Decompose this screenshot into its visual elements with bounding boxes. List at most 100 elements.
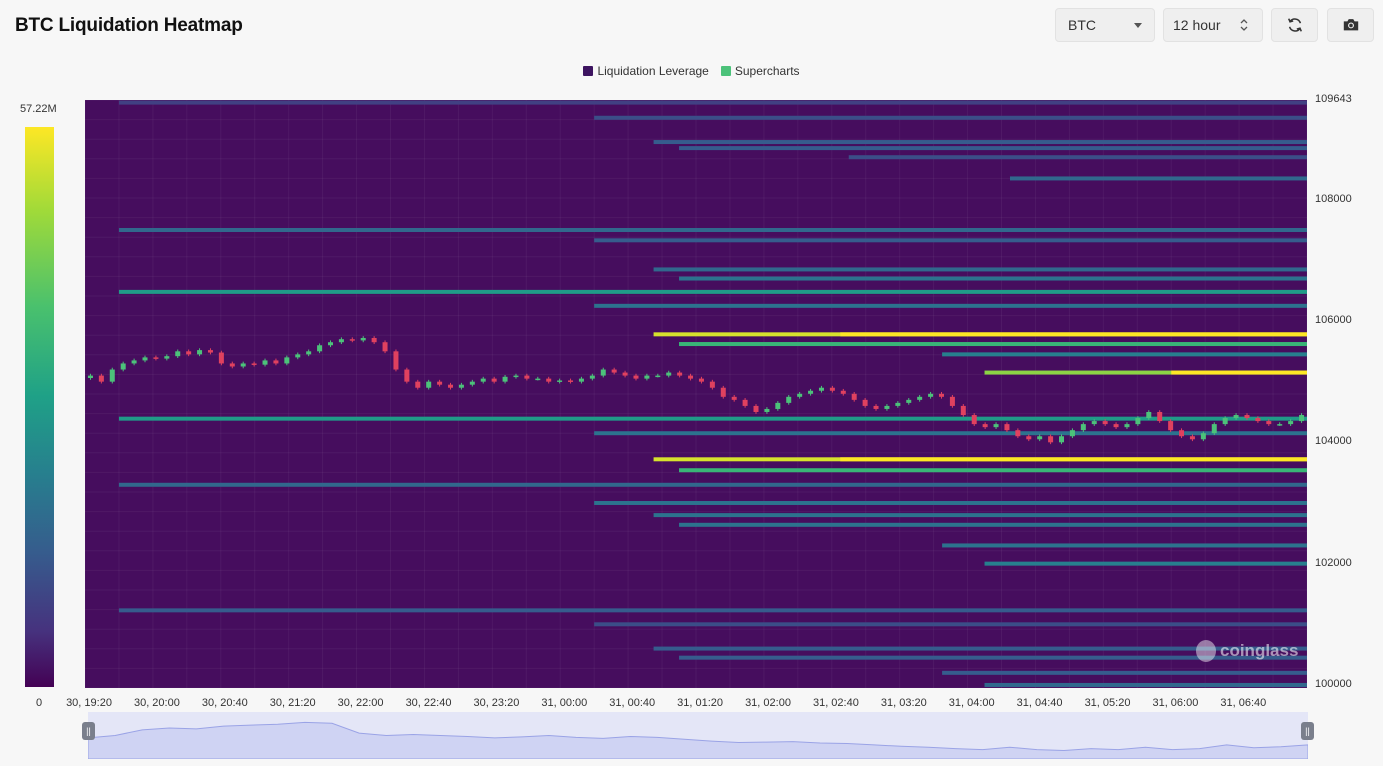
candle-body [709,381,715,388]
page-title: BTC Liquidation Heatmap [15,15,243,36]
legend-label: Liquidation Leverage [597,64,709,78]
liquidation-level [118,289,1307,294]
navigator-handle-right[interactable]: || [1301,722,1314,740]
candle-body [437,381,443,385]
liquidation-level [594,238,1307,243]
navigator-series [88,721,1308,759]
coin-select[interactable]: BTC [1055,8,1155,42]
candle-body [1222,418,1228,425]
candle-body [1069,430,1075,437]
x-tick-label: 31, 02:40 [812,697,859,709]
x-tick-label: 30, 20:00 [133,697,180,709]
legend-swatch [720,66,731,76]
candle-body [426,381,432,388]
time-navigator[interactable] [88,712,1308,759]
candle-body [818,387,824,391]
liquidation-level [594,622,1307,627]
candle-body [600,369,606,376]
liquidation-level [984,682,1307,687]
candle-body [240,363,246,367]
candle-body [1233,415,1239,419]
candle-body [349,339,355,341]
refresh-icon [1287,18,1302,32]
legend-item-liquidation-leverage[interactable]: Liquidation Leverage [583,64,709,78]
heatmap-plot-area[interactable]: coinglass [85,100,1307,688]
candle-body [884,405,890,409]
candle-body [938,393,944,397]
candle-body [1288,421,1294,425]
liquidation-level-peak [1171,370,1307,375]
candle-body [971,415,977,425]
x-tick-label: 31, 06:40 [1220,697,1267,709]
candle-body [1037,436,1043,440]
liquidation-level [653,513,1307,518]
up-down-arrows-icon [1240,19,1248,31]
candle-body [87,375,93,379]
candle-body [862,399,868,406]
range-select[interactable]: 12 hour [1163,8,1263,42]
coin-select-value: BTC [1068,17,1096,33]
liquidation-level [848,155,1307,160]
candle-body [1211,424,1217,434]
y-tick-label: 106000 [1315,313,1352,326]
x-tick-label: 31, 06:00 [1152,697,1199,709]
coinglass-logo-icon [1196,640,1216,662]
x-tick-label: 31, 00:40 [609,697,656,709]
candle-body [295,354,301,358]
liquidation-level [594,431,1307,436]
candle-body [644,375,650,379]
candle-body [480,378,486,382]
candle-body [731,396,737,400]
refresh-button[interactable] [1271,8,1318,42]
liquidation-level-peak [840,332,1307,337]
candle-body [720,387,726,397]
candle-body [535,378,541,381]
candle-body [688,375,694,379]
candle-body [1135,418,1141,425]
watermark-text: coinglass [1220,641,1299,660]
liquidation-level [679,342,1307,347]
x-tick-label: 30, 19:20 [66,697,112,709]
x-tick-label: 30, 22:00 [337,697,384,709]
candle-body [982,424,988,428]
candle-body [98,375,104,382]
candle-body [284,357,290,364]
liquidation-level [118,416,1307,421]
candle-body [524,375,530,379]
candle-body [207,350,213,353]
candle-body [917,396,923,400]
candle-body [327,342,333,346]
candle-body [993,424,999,428]
chart-legend: Liquidation Leverage Supercharts [0,64,1383,78]
candle-body [928,393,934,397]
x-tick-label: 31, 03:20 [880,697,927,709]
candle-body [371,337,377,343]
liquidation-level-peak [840,457,1307,462]
candle-body [131,360,137,364]
candle-body [1004,424,1010,431]
candle-body [197,350,203,355]
candle-body [120,363,126,370]
liquidation-level [118,482,1307,487]
navigator-handle-left[interactable]: || [82,722,95,740]
candle-body [458,384,464,388]
candle-body [1277,424,1283,426]
legend-item-supercharts[interactable]: Supercharts [720,64,800,78]
screenshot-button[interactable] [1327,8,1374,42]
x-tick-label: 30, 20:40 [201,697,248,709]
candle-body [622,372,628,376]
candle-body [589,375,595,379]
candle-body [960,405,966,416]
liquidation-level [653,140,1307,145]
candle-body [338,339,344,343]
candle-body [175,351,181,357]
candle-body [753,405,759,412]
x-tick-label: 30, 22:40 [405,697,452,709]
y-tick-label: 109643 [1315,93,1352,105]
candle-body [1157,411,1163,422]
candle-body [218,352,224,364]
candle-body [829,387,835,391]
liquidation-level [679,468,1307,473]
liquidation-level [679,276,1307,281]
candle-body [797,393,803,397]
